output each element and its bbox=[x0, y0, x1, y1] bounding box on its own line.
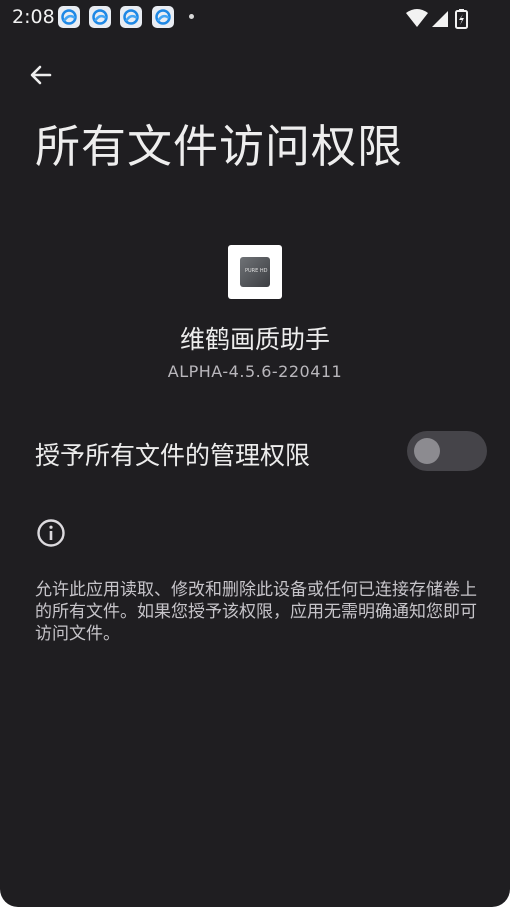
app-version: ALPHA-4.5.6-220411 bbox=[167, 362, 343, 381]
battery-charging-icon bbox=[455, 9, 468, 29]
app-notification-icon bbox=[152, 6, 174, 28]
app-notification-icon bbox=[120, 6, 142, 28]
app-notification-icon bbox=[58, 6, 80, 28]
permission-description: 允许此应用读取、修改和删除此设备或任何已连接存储卷上的所有文件。如果您授予该权限… bbox=[35, 580, 477, 644]
info-icon bbox=[37, 519, 65, 547]
permission-label: 授予所有文件的管理权限 bbox=[35, 441, 311, 470]
switch-thumb bbox=[414, 438, 440, 464]
permission-screen: 2:08 所有文件访问权限 PURE HD 维鹤画质助手 ALPHA-4.5.6… bbox=[0, 0, 510, 907]
more-notifications-dot bbox=[189, 14, 194, 19]
app-icon: PURE HD bbox=[228, 245, 282, 299]
app-logo-text: PURE HD bbox=[245, 268, 268, 274]
app-name: 维鹤画质助手 bbox=[179, 325, 330, 354]
status-bar: 2:08 bbox=[0, 0, 510, 34]
cell-signal-icon bbox=[432, 11, 448, 27]
status-time: 2:08 bbox=[12, 6, 55, 28]
page-title: 所有文件访问权限 bbox=[35, 120, 404, 173]
wifi-icon bbox=[406, 9, 428, 27]
all-files-access-switch[interactable] bbox=[407, 431, 487, 471]
app-logo: PURE HD bbox=[240, 257, 270, 287]
arrow-left-icon[interactable] bbox=[26, 60, 56, 90]
system-status-icons bbox=[406, 9, 468, 29]
all-files-access-row[interactable]: 授予所有文件的管理权限 bbox=[0, 424, 510, 480]
app-notification-icon bbox=[89, 6, 111, 28]
